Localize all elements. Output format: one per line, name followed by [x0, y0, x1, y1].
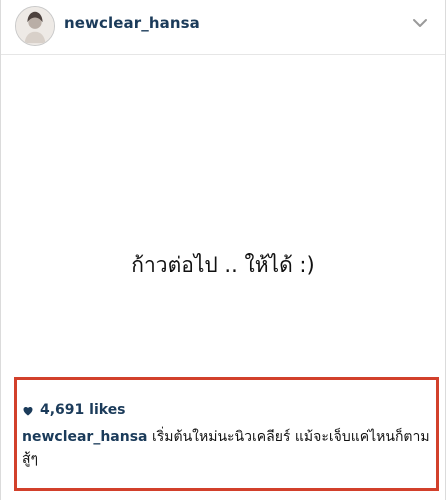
instagram-post: newclear_hansa ก้าวต่อไป .. ให้ได้ :) 4,…	[0, 0, 446, 500]
post-username[interactable]: newclear_hansa	[64, 14, 200, 32]
post-image[interactable]: ก้าวต่อไป .. ให้ได้ :)	[1, 55, 445, 373]
caption-username[interactable]: newclear_hansa	[22, 429, 148, 445]
post-header: newclear_hansa	[1, 0, 445, 54]
post-image-text: ก้าวต่อไป .. ให้ได้ :)	[131, 253, 315, 277]
heart-icon	[22, 405, 34, 416]
likes-count[interactable]: 4,691 likes	[22, 402, 126, 418]
post-caption: newclear_hansa เริ่มต้นใหม่นะนิวเคลียร์ …	[22, 426, 430, 470]
chevron-down-icon[interactable]	[409, 12, 431, 34]
avatar[interactable]	[15, 6, 55, 46]
likes-label: 4,691 likes	[40, 402, 126, 418]
